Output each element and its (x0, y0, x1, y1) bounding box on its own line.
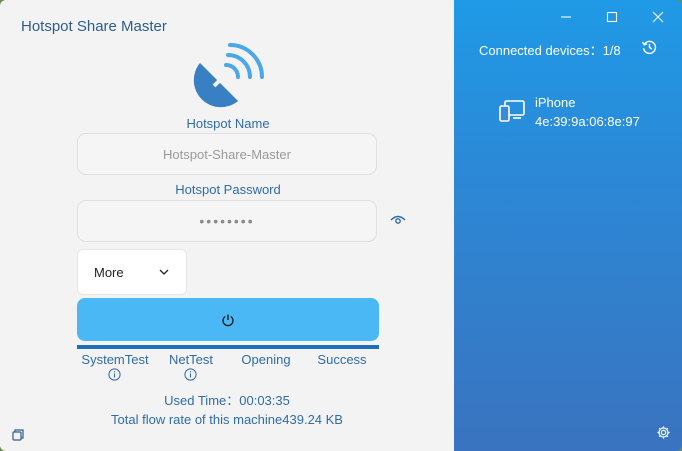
total-flow: Total flow rate of this machine439.24 KB (111, 412, 343, 427)
device-name: iPhone (535, 95, 576, 110)
close-icon[interactable] (650, 9, 666, 25)
hotspot-name-input[interactable] (78, 145, 376, 163)
power-button[interactable] (77, 298, 379, 341)
hotspot-password-input[interactable] (78, 212, 376, 230)
chevron-down-icon (159, 269, 169, 275)
step-nettest: NetTest (168, 352, 214, 367)
hotspot-name-field[interactable] (77, 133, 377, 175)
main-panel: Hotspot Share Master Hotspot Name Hotspo… (0, 0, 454, 451)
step-systemtest: SystemTest (81, 352, 149, 367)
more-label: More (94, 264, 124, 280)
restore-icon[interactable] (11, 428, 25, 442)
step-success: Success (317, 352, 367, 367)
app-title: Hotspot Share Master (21, 18, 167, 35)
satellite-dish-icon (193, 43, 264, 108)
used-time: Used Time：00:03:35 (164, 393, 290, 408)
device-icon (499, 100, 525, 122)
devices-panel: Connected devices：1/8 iPhone 4e:39:9a:06… (454, 0, 682, 451)
progress-bar (77, 345, 379, 349)
power-icon (222, 314, 234, 326)
app-window: Hotspot Share Master Hotspot Name Hotspo… (0, 0, 682, 451)
hotspot-password-label: Hotspot Password (175, 182, 281, 197)
hotspot-password-field[interactable] (77, 200, 377, 242)
eye-icon[interactable] (390, 214, 406, 226)
gear-icon[interactable] (656, 425, 671, 440)
connected-devices-count: Connected devices：1/8 (479, 43, 621, 58)
step-opening: Opening (241, 352, 291, 367)
info-icon[interactable] (184, 368, 197, 381)
maximize-icon[interactable] (604, 9, 620, 25)
more-dropdown[interactable]: More (77, 249, 187, 295)
info-icon[interactable] (108, 368, 121, 381)
minimize-icon[interactable] (558, 9, 574, 25)
history-icon[interactable] (641, 39, 657, 55)
device-mac: 4e:39:9a:06:8e:97 (535, 114, 640, 129)
hotspot-name-label: Hotspot Name (186, 116, 270, 131)
